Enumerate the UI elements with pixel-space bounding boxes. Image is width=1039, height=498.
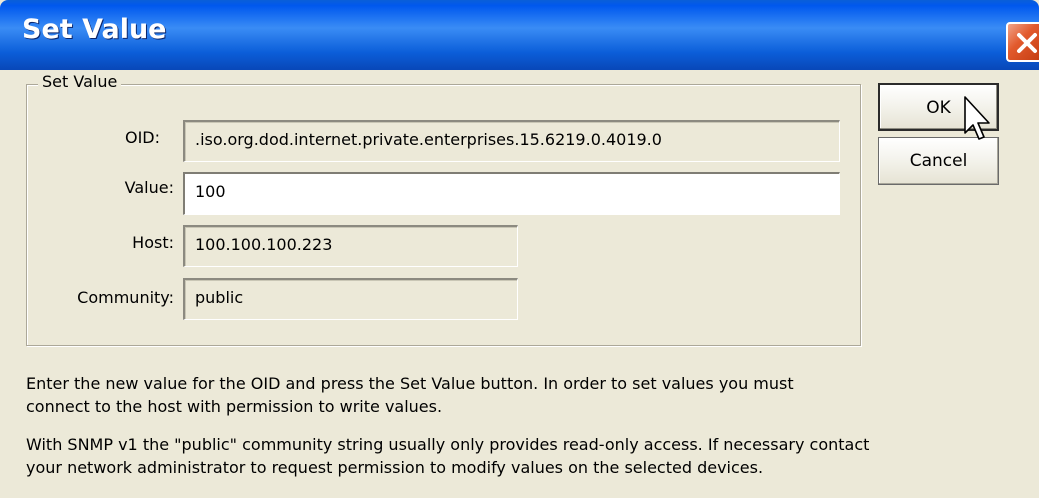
- community-label: Community:: [77, 288, 174, 307]
- help-line-2: connect to the host with permission to w…: [26, 397, 443, 416]
- groupbox-label: Set Value: [38, 72, 122, 91]
- close-button[interactable]: [1006, 22, 1039, 62]
- host-field[interactable]: 100.100.100.223: [183, 225, 518, 267]
- mouse-pointer-icon: [963, 95, 993, 149]
- help-paragraph-2: With SNMP v1 the "public" community stri…: [26, 433, 1036, 479]
- value-label: Value:: [124, 178, 174, 197]
- title-bar[interactable]: Set Value: [0, 0, 1039, 70]
- help-line-1: Enter the new value for the OID and pres…: [26, 374, 794, 393]
- value-input[interactable]: 100: [183, 172, 840, 215]
- host-label: Host:: [132, 233, 174, 252]
- window-title: Set Value: [22, 14, 167, 45]
- oid-field[interactable]: .iso.org.dod.internet.private.enterprise…: [183, 120, 840, 162]
- oid-label: OID:: [124, 128, 160, 147]
- community-field[interactable]: public: [183, 278, 518, 320]
- help-line-3: With SNMP v1 the "public" community stri…: [26, 435, 870, 454]
- set-value-dialog: Set Value Set Value OID: .iso.org.dod.in…: [0, 0, 1039, 498]
- help-line-4: your network administrator to request pe…: [26, 458, 764, 477]
- help-paragraph-1: Enter the new value for the OID and pres…: [26, 372, 1036, 418]
